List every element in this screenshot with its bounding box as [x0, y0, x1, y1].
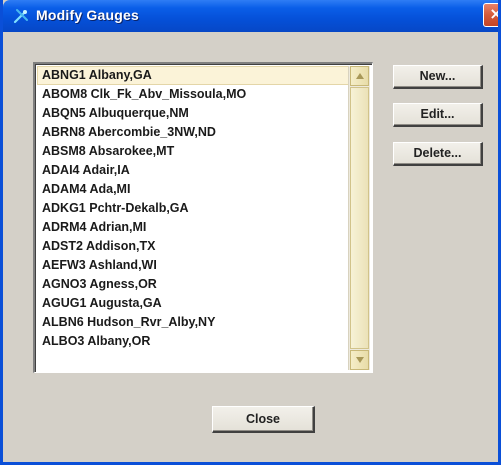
gauge-list-item[interactable]: ABNG1 Albany,GA: [37, 66, 349, 85]
arrow-down-icon: [356, 357, 364, 363]
gauge-list-item[interactable]: ADAI4 Adair,IA: [37, 161, 349, 180]
gauge-list-item[interactable]: ALBO3 Albany,OR: [37, 332, 349, 351]
delete-button[interactable]: Delete...: [393, 142, 483, 166]
new-button[interactable]: New...: [393, 65, 483, 89]
title-bar[interactable]: Modify Gauges ×: [3, 0, 498, 32]
gauge-list-item[interactable]: ABRN8 Abercombie_3NW,ND: [37, 123, 349, 142]
gauge-list-item[interactable]: AEFW3 Ashland,WI: [37, 256, 349, 275]
gauge-listbox[interactable]: ABNG1 Albany,GA ABOM8 Clk_Fk_Abv_Missoula…: [33, 62, 373, 373]
gauge-list-item[interactable]: AGUG1 Augusta,GA: [37, 294, 349, 313]
gauge-list-item[interactable]: ABSM8 Absarokee,MT: [37, 142, 349, 161]
close-button[interactable]: Close: [212, 406, 315, 433]
arrow-up-icon: [356, 73, 364, 79]
scroll-thumb[interactable]: [350, 87, 369, 349]
dialog-body: ABNG1 Albany,GA ABOM8 Clk_Fk_Abv_Missoula…: [3, 32, 498, 462]
gauge-list-item[interactable]: ADST2 Addison,TX: [37, 237, 349, 256]
window-close-button[interactable]: ×: [483, 3, 498, 27]
gauge-list-item[interactable]: ADAM4 Ada,MI: [37, 180, 349, 199]
scroll-up-button[interactable]: [350, 66, 369, 86]
gauge-list-item[interactable]: AGNO3 Agness,OR: [37, 275, 349, 294]
modify-gauges-dialog: Modify Gauges × ABNG1 Albany,GAABOM8 Clk…: [0, 0, 501, 465]
app-wand-icon: [12, 7, 30, 25]
edit-button[interactable]: Edit...: [393, 103, 483, 127]
scroll-down-button[interactable]: [350, 350, 369, 370]
gauge-list-item[interactable]: ABQN5 Albuquerque,NM: [37, 104, 349, 123]
close-icon: ×: [489, 4, 498, 23]
gauge-list-item[interactable]: ADKG1 Pchtr-Dekalb,GA: [37, 199, 349, 218]
gauge-list-item[interactable]: ADRM4 Adrian,MI: [37, 218, 349, 237]
gauge-list: ABNG1 Albany,GA ABOM8 Clk_Fk_Abv_Missoula…: [37, 66, 349, 351]
vertical-scrollbar[interactable]: [348, 66, 370, 370]
gauge-list-item[interactable]: ALBN6 Hudson_Rvr_Alby,NY: [37, 313, 349, 332]
window-title: Modify Gauges: [36, 7, 139, 23]
gauge-list-item[interactable]: ABOM8 Clk_Fk_Abv_Missoula,MO: [37, 85, 349, 104]
